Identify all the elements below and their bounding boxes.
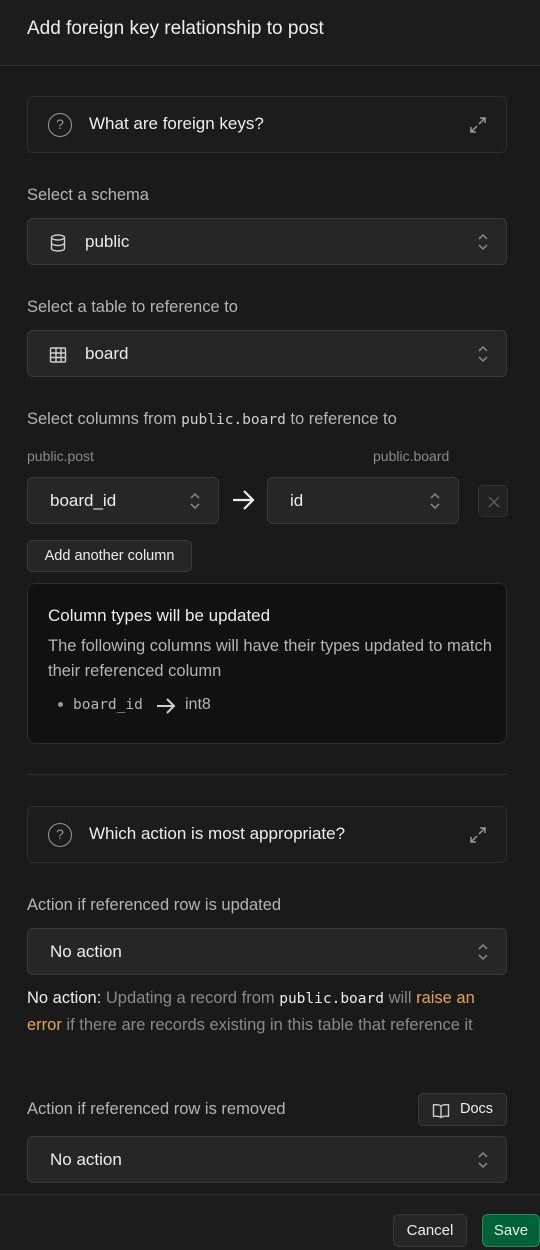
source-column-select[interactable]: board_id bbox=[27, 477, 219, 524]
cancel-button[interactable]: Cancel bbox=[393, 1214, 467, 1247]
columns-label-suffix: to reference to bbox=[285, 410, 397, 428]
on-update-label: Action if referenced row is updated bbox=[27, 896, 282, 914]
save-button[interactable]: Save bbox=[482, 1214, 540, 1247]
chevron-up-down-icon bbox=[430, 492, 440, 510]
columns-label-code: public.board bbox=[181, 412, 286, 428]
actions-info-toggle[interactable]: ? Which action is most appropriate? bbox=[27, 806, 507, 863]
source-column-value: board_id bbox=[50, 491, 117, 510]
on-delete-select[interactable]: No action bbox=[27, 1136, 507, 1183]
add-another-column-button[interactable]: Add another column bbox=[27, 540, 192, 572]
on-delete-label: Action if referenced row is removed bbox=[27, 1100, 286, 1118]
table-value: board bbox=[85, 344, 129, 363]
question-circle-icon: ? bbox=[48, 113, 72, 137]
expand-icon[interactable] bbox=[468, 115, 488, 135]
desc-part: will bbox=[383, 989, 417, 1007]
schema-select[interactable]: public bbox=[27, 218, 507, 265]
bullet bbox=[58, 702, 63, 707]
table-icon bbox=[49, 347, 67, 363]
remove-column-button[interactable] bbox=[478, 485, 508, 517]
target-table-label: public.board bbox=[373, 448, 450, 464]
expand-icon[interactable] bbox=[468, 825, 488, 845]
close-icon bbox=[488, 496, 500, 508]
dialog-header: Add foreign key relationship to post bbox=[0, 0, 540, 66]
foreign-keys-info-toggle[interactable]: ? What are foreign keys? bbox=[27, 96, 507, 153]
on-update-select[interactable]: No action bbox=[27, 928, 507, 975]
on-delete-value: No action bbox=[50, 1150, 122, 1169]
section-divider bbox=[27, 774, 507, 775]
notice-title: Column types will be updated bbox=[48, 606, 271, 625]
database-icon bbox=[50, 234, 66, 252]
source-table-label: public.post bbox=[27, 448, 94, 464]
columns-label-prefix: Select columns from bbox=[27, 410, 182, 428]
target-column-value: id bbox=[290, 491, 304, 510]
info-label: What are foreign keys? bbox=[89, 114, 264, 133]
desc-part: Updating a record from bbox=[101, 989, 280, 1007]
notice-column-name: board_id bbox=[73, 697, 143, 713]
on-update-description: No action: Updating a record from public… bbox=[27, 985, 507, 1038]
docs-label: Docs bbox=[460, 1101, 494, 1117]
column-types-notice: Column types will be updated The followi… bbox=[27, 583, 507, 744]
arrow-right-icon bbox=[157, 698, 176, 714]
chevron-up-down-icon bbox=[478, 943, 488, 961]
schema-label: Select a schema bbox=[27, 186, 149, 204]
table-label: Select a table to reference to bbox=[27, 298, 238, 316]
on-update-value: No action bbox=[50, 942, 122, 961]
desc-part: if there are records existing in this ta… bbox=[61, 1016, 473, 1034]
notice-description: The following columns will have their ty… bbox=[48, 637, 492, 680]
info-label: Which action is most appropriate? bbox=[89, 824, 346, 843]
chevron-up-down-icon bbox=[478, 345, 488, 363]
schema-value: public bbox=[85, 232, 130, 251]
chevron-up-down-icon bbox=[190, 492, 200, 510]
question-circle-icon: ? bbox=[48, 823, 72, 847]
chevron-up-down-icon bbox=[478, 233, 488, 251]
desc-strong: No action: bbox=[27, 989, 102, 1007]
docs-button[interactable]: Docs bbox=[418, 1093, 507, 1126]
dialog-title: Add foreign key relationship to post bbox=[27, 18, 324, 39]
desc-code: public.board bbox=[279, 991, 384, 1007]
arrow-right-icon bbox=[233, 490, 255, 510]
columns-label: Select columns from public.board to refe… bbox=[27, 410, 397, 429]
chevron-up-down-icon bbox=[478, 1151, 488, 1169]
notice-column-type: int8 bbox=[185, 696, 211, 713]
table-select[interactable]: board bbox=[27, 330, 507, 377]
book-icon bbox=[432, 1103, 450, 1119]
target-column-select[interactable]: id bbox=[267, 477, 459, 524]
